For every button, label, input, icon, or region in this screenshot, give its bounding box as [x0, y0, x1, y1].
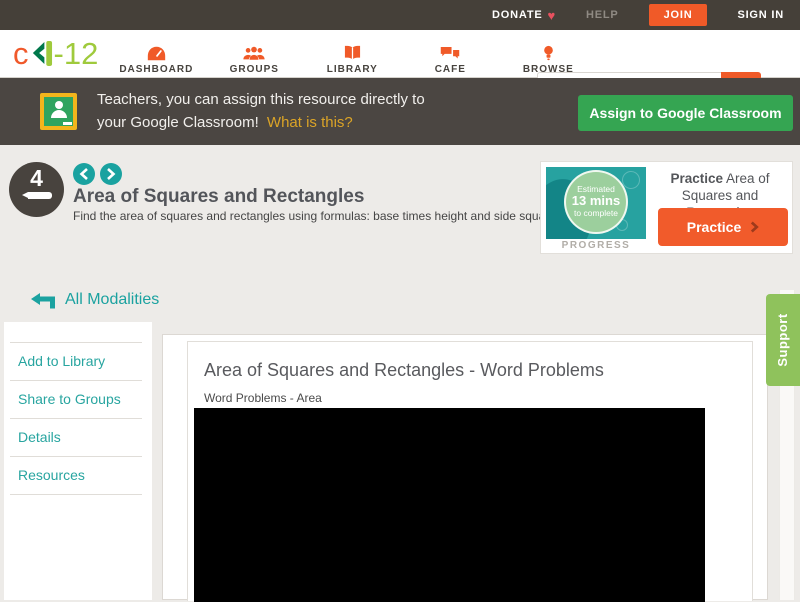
page-description: Find the area of squares and rectangles … [73, 209, 566, 223]
nav-item-dashboard[interactable]: DASHBOARD [118, 33, 194, 75]
donate-link[interactable]: DONATE♥ [492, 8, 556, 23]
crayon-icon [28, 192, 52, 199]
sidebar-item-details[interactable]: Details [10, 419, 142, 457]
google-classroom-icon [40, 93, 77, 130]
library-book-icon [344, 45, 361, 61]
assign-to-google-classroom-button[interactable]: Assign to Google Classroom [578, 95, 793, 131]
nav-menu: DASHBOARD GROUPS LIBRARY CAFE [118, 33, 586, 75]
page-title: Area of Squares and Rectangles [73, 186, 364, 208]
content-card: Area of Squares and Rectangles - Word Pr… [162, 334, 768, 600]
classroom-banner-message: Teachers, you can assign this resource d… [97, 88, 425, 134]
all-modalities-link[interactable]: All Modalities [30, 291, 159, 309]
support-tab-label: Support [766, 294, 800, 386]
practice-button[interactable]: Practice [658, 208, 788, 246]
progress-label: PROGRESS [546, 240, 646, 251]
chevron-left-icon [79, 168, 89, 180]
previous-modality-button[interactable] [73, 163, 95, 185]
cafe-chat-icon [440, 46, 460, 61]
estimated-time-badge: Estimated 13 mins to complete [564, 170, 628, 234]
logo-k-arrow-icon [30, 40, 53, 67]
modality-number: 4 [9, 166, 64, 190]
ck12-logo[interactable]: c -12 [13, 38, 98, 69]
sidebar-item-share-to-groups[interactable]: Share to Groups [10, 381, 142, 419]
content-heading: Area of Squares and Rectangles - Word Pr… [204, 360, 752, 381]
content-subheading: Word Problems - Area [204, 391, 752, 405]
help-link[interactable]: HELP [586, 9, 619, 21]
nav-item-browse[interactable]: BROWSE [510, 33, 586, 75]
sidebar-list: Add to Library Share to Groups Details R… [10, 342, 142, 495]
lesson-sidebar: Add to Library Share to Groups Details R… [4, 322, 152, 600]
chevron-right-icon [106, 168, 116, 180]
heart-icon: ♥ [547, 8, 556, 23]
sidebar-item-add-to-library[interactable]: Add to Library [10, 343, 142, 381]
nav-item-groups[interactable]: GROUPS [216, 33, 292, 75]
nav-item-cafe[interactable]: CAFE [412, 33, 488, 75]
modality-badge: 4 [9, 162, 64, 217]
support-tab[interactable]: Support [766, 294, 800, 386]
what-is-this-link[interactable]: What is this? [267, 114, 353, 131]
main-navbar: c -12 DASHBOARD GROUPS [0, 30, 800, 78]
lesson-content-panel: Area of Squares and Rectangles - Word Pr… [187, 341, 753, 601]
video-player[interactable] [194, 408, 705, 602]
practice-progress-thumbnail[interactable]: Estimated 13 mins to complete [546, 167, 646, 239]
nav-item-library[interactable]: LIBRARY [314, 33, 390, 75]
chevron-right-icon [750, 221, 759, 233]
google-classroom-banner: Teachers, you can assign this resource d… [0, 78, 800, 145]
top-utility-bar: DONATE♥ HELP JOIN SIGN IN [0, 0, 800, 30]
join-button[interactable]: JOIN [649, 4, 708, 26]
sidebar-item-resources[interactable]: Resources [10, 457, 142, 495]
sign-in-link[interactable]: SIGN IN [737, 9, 784, 21]
return-arrow-icon [30, 292, 56, 309]
browse-lightbulb-icon [543, 45, 554, 61]
practice-card: Estimated 13 mins to complete PROGRESS P… [540, 161, 793, 254]
dashboard-gauge-icon [147, 46, 166, 61]
next-modality-button[interactable] [100, 163, 122, 185]
groups-people-icon [243, 46, 265, 61]
